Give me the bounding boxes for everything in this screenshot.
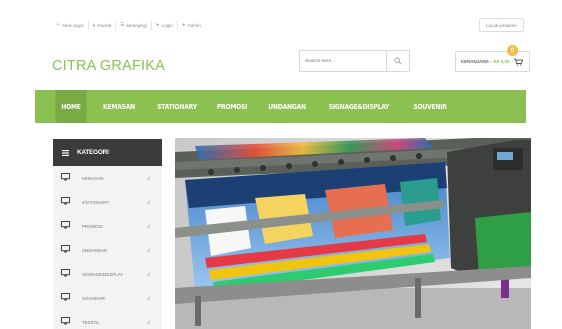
category-sidebar: KATEGORI KEMASAN 0 STATIONARY 0 PROMOSI … (53, 139, 162, 329)
shopping-cart-icon (514, 58, 523, 66)
admin-icon: ➤ (181, 22, 186, 27)
category-count: 0 (147, 175, 150, 181)
cart-link[interactable]: ☰ keranjang (116, 20, 152, 30)
category-item-kemasan[interactable]: KEMASAN 0 (53, 166, 162, 190)
account-link-label: Akun saya (62, 22, 84, 28)
category-item-stationary[interactable]: STATIONARY 0 (53, 190, 162, 214)
monitor-icon (61, 293, 70, 301)
track-order-button[interactable]: Lacak pesanan (478, 18, 524, 32)
nav-kemasan[interactable]: KEMASAN (95, 90, 143, 123)
category-count: 0 (147, 223, 150, 229)
category-label: TEKSTIL (82, 319, 100, 325)
main-nav: HOME KEMASAN STATIONARY PROMOSI UNDANGAN… (35, 90, 526, 123)
monitor-icon (61, 317, 70, 325)
cart-summary-label: KERANJANG - RP 0,00 (456, 59, 509, 64)
user-icon: ⚇ (56, 22, 61, 27)
category-label: STATIONARY (82, 199, 110, 205)
category-count: 0 (147, 199, 150, 205)
cart-count-badge: 0 (507, 45, 518, 56)
heart-icon: ♥ (92, 22, 96, 28)
nav-undangan[interactable]: UNDANGAN (263, 90, 311, 123)
nav-promosi[interactable]: PROMOSI (211, 90, 254, 123)
category-item-tekstil[interactable]: TEKSTIL 0 (53, 310, 162, 329)
category-label: SOUVENIR (82, 295, 105, 301)
category-label: SIGNAGE&DISPLAY (82, 271, 124, 277)
category-item-promosi[interactable]: PROMOSI 0 (53, 214, 162, 238)
search-bar (299, 50, 410, 72)
category-title: KATEGORI (77, 149, 109, 156)
cart-label-text: KERANJANG - (461, 59, 492, 64)
category-count: 0 (147, 247, 150, 253)
cart-icon: ☰ (120, 22, 125, 27)
category-item-signage-display[interactable]: SIGNAGE&DISPLAY 0 (53, 262, 162, 286)
monitor-icon (61, 269, 70, 277)
category-header: KATEGORI (53, 139, 162, 166)
hero-banner[interactable] (175, 138, 531, 329)
category-item-undangan[interactable]: UNDANGAN 0 (53, 238, 162, 262)
admin-link[interactable]: ➤ Admin (178, 21, 205, 30)
top-links: ⚇ Akun saya ♥ Favorit ☰ keranjang ➤ Logi… (52, 14, 205, 36)
favorites-link-label: Favorit (97, 22, 112, 28)
nav-stationary[interactable]: STATIONARY (153, 90, 201, 123)
monitor-icon (61, 197, 70, 205)
login-link[interactable]: ➤ Login (152, 20, 178, 30)
admin-link-label: Admin (187, 22, 201, 28)
cart-summary[interactable]: KERANJANG - RP 0,00 0 (455, 45, 530, 72)
search-icon (394, 57, 402, 65)
nav-souvenir[interactable]: SOUVENIR (407, 90, 453, 123)
category-item-souvenir[interactable]: SOUVENIR 0 (53, 286, 162, 310)
monitor-icon (61, 245, 70, 253)
cart-link-label: keranjang (126, 22, 147, 28)
category-count: 0 (147, 295, 150, 301)
category-label: UNDANGAN (82, 247, 108, 253)
nav-items: HOME KEMASAN STATIONARY PROMOSI UNDANGAN… (52, 90, 458, 123)
nav-home[interactable]: HOME (55, 90, 87, 123)
category-label: KEMASAN (82, 175, 104, 181)
cart-amount: RP 0,00 (493, 59, 510, 64)
monitor-icon (61, 173, 70, 181)
monitor-icon (61, 221, 70, 229)
category-count: 0 (147, 271, 150, 277)
category-label: PROMOSI (82, 223, 103, 229)
top-bar: ⚇ Akun saya ♥ Favorit ☰ keranjang ➤ Logi… (52, 14, 530, 36)
menu-icon (62, 149, 69, 156)
category-count: 0 (147, 319, 150, 325)
account-link[interactable]: ⚇ Akun saya (52, 20, 89, 30)
nav-signage-display[interactable]: SIGNAGE&DISPLAY (324, 90, 395, 123)
login-link-label: Login (161, 22, 173, 28)
brand-logo[interactable]: CITRA GRAFIKA (52, 58, 165, 74)
search-input[interactable] (299, 50, 386, 72)
search-button[interactable] (386, 50, 410, 72)
favorites-link[interactable]: ♥ Favorit (89, 20, 117, 30)
printer-banner-image (175, 138, 531, 329)
login-icon: ➤ (155, 22, 160, 27)
